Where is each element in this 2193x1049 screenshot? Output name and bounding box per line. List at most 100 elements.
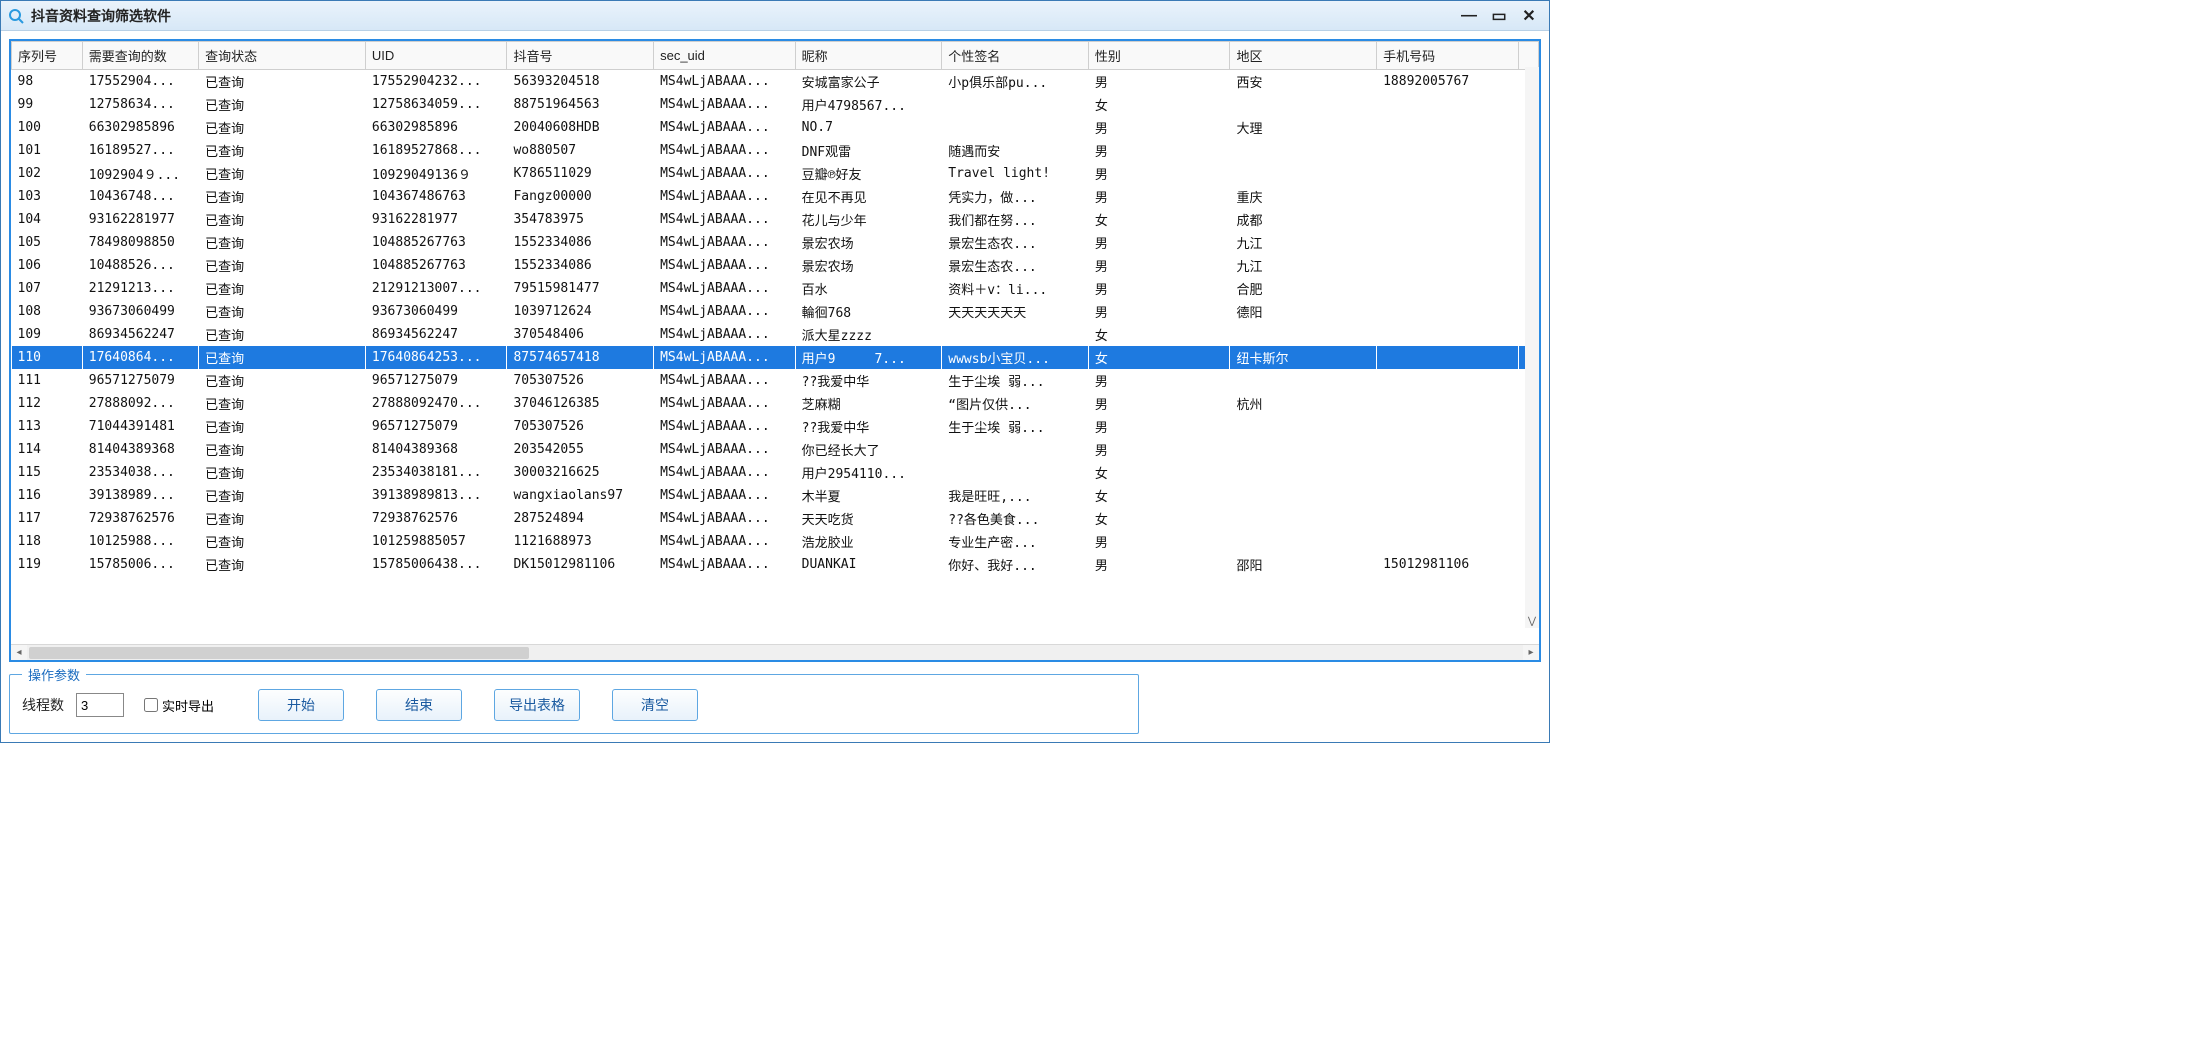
- table-cell[interactable]: 39138989813...: [365, 484, 507, 507]
- table-cell[interactable]: [1230, 484, 1377, 507]
- table-cell[interactable]: [1230, 93, 1377, 116]
- table-row[interactable]: 10310436748...已查询104367486763Fangz00000M…: [12, 185, 1539, 208]
- table-cell[interactable]: MS4wLjABAAA...: [654, 415, 796, 438]
- table-cell[interactable]: 九江: [1230, 254, 1377, 277]
- table-cell[interactable]: 203542055: [507, 438, 654, 461]
- table-cell[interactable]: 370548406: [507, 323, 654, 346]
- table-cell[interactable]: 117: [12, 507, 83, 530]
- table-cell[interactable]: 已查询: [199, 553, 366, 576]
- table-row[interactable]: 10986934562247已查询86934562247370548406MS4…: [12, 323, 1539, 346]
- table-cell[interactable]: 21291213...: [82, 277, 198, 300]
- table-cell[interactable]: 你好、我好...: [942, 553, 1089, 576]
- table-cell[interactable]: 已查询: [199, 116, 366, 139]
- table-cell[interactable]: MS4wLjABAAA...: [654, 254, 796, 277]
- table-cell[interactable]: DK15012981106: [507, 553, 654, 576]
- table-cell[interactable]: 99: [12, 93, 83, 116]
- table-cell[interactable]: MS4wLjABAAA...: [654, 162, 796, 185]
- table-cell[interactable]: 102: [12, 162, 83, 185]
- table-cell[interactable]: DUANKAI: [795, 553, 942, 576]
- column-header[interactable]: 序列号: [12, 42, 83, 70]
- table-cell[interactable]: 男: [1088, 300, 1230, 323]
- table-cell[interactable]: 87574657418: [507, 346, 654, 369]
- table-cell[interactable]: [1377, 438, 1519, 461]
- table-cell[interactable]: [942, 323, 1089, 346]
- titlebar[interactable]: 抖音资料查询筛选软件 — ▭ ✕: [1, 1, 1549, 31]
- table-cell[interactable]: [1377, 484, 1519, 507]
- table-cell[interactable]: [1377, 208, 1519, 231]
- table-cell[interactable]: 男: [1088, 415, 1230, 438]
- table-cell[interactable]: 66302985896: [365, 116, 507, 139]
- table-row[interactable]: 11371044391481已查询96571275079705307526MS4…: [12, 415, 1539, 438]
- table-cell[interactable]: 輪徊768: [795, 300, 942, 323]
- scroll-down-icon[interactable]: ⋁: [1525, 614, 1539, 628]
- realtime-export-input[interactable]: [144, 698, 158, 712]
- table-cell[interactable]: 101259885057: [365, 530, 507, 553]
- table-cell[interactable]: 115: [12, 461, 83, 484]
- table-cell[interactable]: 德阳: [1230, 300, 1377, 323]
- table-cell[interactable]: wo880507: [507, 139, 654, 162]
- table-cell[interactable]: [942, 93, 1089, 116]
- table-cell[interactable]: 邵阳: [1230, 553, 1377, 576]
- table-cell[interactable]: 705307526: [507, 415, 654, 438]
- table-cell[interactable]: 113: [12, 415, 83, 438]
- table-row[interactable]: 11017640864...已查询17640864253...875746574…: [12, 346, 1539, 369]
- table-cell[interactable]: [1377, 185, 1519, 208]
- table-cell[interactable]: MS4wLjABAAA...: [654, 185, 796, 208]
- table-cell[interactable]: 天天吃货: [795, 507, 942, 530]
- table-cell[interactable]: 已查询: [199, 323, 366, 346]
- table-cell[interactable]: 已查询: [199, 70, 366, 94]
- start-button[interactable]: 开始: [258, 689, 344, 721]
- table-cell[interactable]: 78498098850: [82, 231, 198, 254]
- table-cell[interactable]: 104367486763: [365, 185, 507, 208]
- table-cell[interactable]: 女: [1088, 507, 1230, 530]
- table-cell[interactable]: 15785006438...: [365, 553, 507, 576]
- table-cell[interactable]: 已查询: [199, 300, 366, 323]
- table-cell[interactable]: Fangz00000: [507, 185, 654, 208]
- table-cell[interactable]: 已查询: [199, 162, 366, 185]
- table-cell[interactable]: DNF观雷: [795, 139, 942, 162]
- table-cell[interactable]: [1377, 415, 1519, 438]
- table-cell[interactable]: wwwsb小宝贝...: [942, 346, 1089, 369]
- table-cell[interactable]: 72938762576: [82, 507, 198, 530]
- table-cell[interactable]: 104885267763: [365, 254, 507, 277]
- close-button[interactable]: ✕: [1515, 5, 1543, 27]
- table-cell[interactable]: 女: [1088, 208, 1230, 231]
- table-cell[interactable]: 93162281977: [365, 208, 507, 231]
- table-cell[interactable]: 96571275079: [365, 369, 507, 392]
- table-row[interactable]: 10116189527...已查询16189527868...wo880507M…: [12, 139, 1539, 162]
- thread-count-input[interactable]: [76, 693, 124, 717]
- table-cell[interactable]: 86934562247: [365, 323, 507, 346]
- table-cell[interactable]: MS4wLjABAAA...: [654, 70, 796, 94]
- table-cell[interactable]: 你已经长大了: [795, 438, 942, 461]
- table-cell[interactable]: 随遇而安: [942, 139, 1089, 162]
- table-cell[interactable]: 已查询: [199, 231, 366, 254]
- table-row[interactable]: 10066302985896已查询6630298589620040608HDBM…: [12, 116, 1539, 139]
- table-cell[interactable]: 合肥: [1230, 277, 1377, 300]
- table-cell[interactable]: ??我爱中华: [795, 415, 942, 438]
- table-cell[interactable]: [1377, 277, 1519, 300]
- table-row[interactable]: 10493162281977已查询93162281977354783975MS4…: [12, 208, 1539, 231]
- maximize-button[interactable]: ▭: [1485, 5, 1513, 27]
- table-cell[interactable]: 81404389368: [365, 438, 507, 461]
- table-cell[interactable]: 女: [1088, 461, 1230, 484]
- table-cell[interactable]: [1377, 392, 1519, 415]
- table-cell[interactable]: [1377, 530, 1519, 553]
- table-cell[interactable]: [1377, 139, 1519, 162]
- table-cell[interactable]: 101: [12, 139, 83, 162]
- table-cell[interactable]: 112: [12, 392, 83, 415]
- column-header[interactable]: 个性签名: [942, 42, 1089, 70]
- table-cell[interactable]: 12758634...: [82, 93, 198, 116]
- table-cell[interactable]: [1230, 507, 1377, 530]
- table-cell[interactable]: 女: [1088, 323, 1230, 346]
- table-cell[interactable]: 大理: [1230, 116, 1377, 139]
- table-cell[interactable]: [1377, 93, 1519, 116]
- table-cell[interactable]: [1377, 346, 1519, 369]
- table-cell[interactable]: 景宏农场: [795, 231, 942, 254]
- column-header[interactable]: 查询状态: [199, 42, 366, 70]
- table-cell[interactable]: 男: [1088, 530, 1230, 553]
- table-row[interactable]: 11523534038...已查询23534038181...300032166…: [12, 461, 1539, 484]
- table-cell[interactable]: 10488526...: [82, 254, 198, 277]
- table-cell[interactable]: 111: [12, 369, 83, 392]
- table-cell[interactable]: 生于尘埃 弱...: [942, 415, 1089, 438]
- table-cell[interactable]: 105: [12, 231, 83, 254]
